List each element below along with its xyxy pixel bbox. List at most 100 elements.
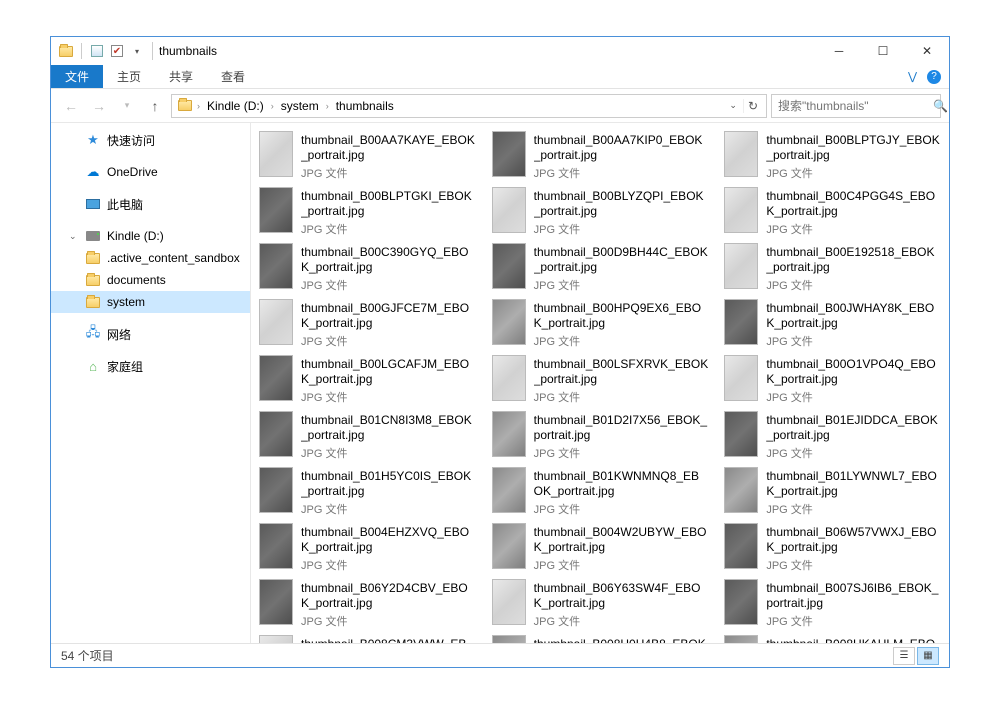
file-type: JPG 文件	[301, 389, 476, 405]
file-item[interactable]: thumbnail_B06Y63SW4F_EBOK_portrait.jpgJP…	[488, 577, 713, 631]
nav-this-pc[interactable]: 此电脑	[51, 193, 250, 215]
up-button[interactable]: ↑	[143, 94, 167, 118]
nav-folder-documents[interactable]: documents	[51, 269, 250, 291]
file-item[interactable]: thumbnail_B01KWNMNQ8_EBOK_portrait.jpgJP…	[488, 465, 713, 519]
tab-view[interactable]: 查看	[207, 65, 259, 88]
address-dropdown-icon[interactable]: ⌄	[725, 100, 741, 111]
recent-dropdown-icon[interactable]: ▾	[115, 94, 139, 118]
refresh-icon[interactable]: ↻	[743, 99, 762, 113]
file-item[interactable]: thumbnail_B01D2I7X56_EBOK_portrait.jpgJP…	[488, 409, 713, 463]
file-item[interactable]: thumbnail_B008CM3VWW_EBOK_portrait.jpgJP…	[255, 633, 480, 643]
file-item[interactable]: thumbnail_B00HPQ9EX6_EBOK_portrait.jpgJP…	[488, 297, 713, 351]
file-item[interactable]: thumbnail_B00GJFCE7M_EBOK_portrait.jpgJP…	[255, 297, 480, 351]
file-name: thumbnail_B007SJ6IB6_EBOK_portrait.jpg	[766, 581, 941, 611]
maximize-button[interactable]: ☐	[861, 37, 905, 65]
ribbon-expand-icon[interactable]: ⋁	[908, 70, 917, 83]
nav-homegroup[interactable]: ⌂家庭组	[51, 355, 250, 377]
nav-folder-system[interactable]: system	[51, 291, 250, 313]
file-name: thumbnail_B01KWNMNQ8_EBOK_portrait.jpg	[534, 469, 709, 499]
thumbnail-icon	[724, 523, 758, 569]
file-name: thumbnail_B00BLPTGKI_EBOK_portrait.jpg	[301, 189, 476, 219]
file-type: JPG 文件	[766, 221, 941, 237]
file-item[interactable]: thumbnail_B01CN8I3M8_EBOK_portrait.jpgJP…	[255, 409, 480, 463]
back-button[interactable]: ←	[59, 94, 83, 118]
qat-checkbox-icon[interactable]: ✔	[108, 42, 126, 60]
file-item[interactable]: thumbnail_B00C390GYQ_EBOK_portrait.jpgJP…	[255, 241, 480, 295]
file-item[interactable]: thumbnail_B00AA7KAYE_EBOK_portrait.jpgJP…	[255, 129, 480, 183]
file-type: JPG 文件	[534, 389, 709, 405]
address-bar: ← → ▾ ↑ › Kindle (D:) › system › thumbna…	[51, 89, 949, 123]
thumbnail-icon	[724, 187, 758, 233]
file-item[interactable]: thumbnail_B004EHZXVQ_EBOK_portrait.jpgJP…	[255, 521, 480, 575]
thumbnail-icon	[492, 411, 526, 457]
nav-kindle-drive[interactable]: ⌄Kindle (D:)	[51, 225, 250, 247]
breadcrumb[interactable]: › Kindle (D:) › system › thumbnails ⌄ ↻	[171, 94, 767, 118]
thumbnail-icon	[724, 635, 758, 643]
nav-quick-access[interactable]: ★快速访问	[51, 129, 250, 151]
file-item[interactable]: thumbnail_B00BLPTGJY_EBOK_portrait.jpgJP…	[720, 129, 945, 183]
breadcrumb-item[interactable]: system	[277, 99, 323, 113]
file-name: thumbnail_B008H0H4B8_EBOK_portrait.jpg	[534, 637, 709, 643]
file-type: JPG 文件	[301, 333, 476, 349]
file-item[interactable]: thumbnail_B004W2UBYW_EBOK_portrait.jpgJP…	[488, 521, 713, 575]
file-item[interactable]: thumbnail_B00LSFXRVK_EBOK_portrait.jpg JP…	[488, 353, 713, 407]
breadcrumb-item[interactable]: Kindle (D:)	[203, 99, 268, 113]
close-button[interactable]: ✕	[905, 37, 949, 65]
thumbnail-icon	[492, 131, 526, 177]
file-item[interactable]: thumbnail_B00AA7KIP0_EBOK_portrait.jpgJP…	[488, 129, 713, 183]
thumbnail-icon	[492, 299, 526, 345]
breadcrumb-item[interactable]: thumbnails	[332, 99, 398, 113]
tab-file[interactable]: 文件	[51, 65, 103, 88]
file-type: JPG 文件	[301, 501, 476, 517]
file-type: JPG 文件	[534, 333, 709, 349]
file-item[interactable]: thumbnail_B008HKAHLM_EBOK_portrait.jpgJP…	[720, 633, 945, 643]
search-input[interactable]: 🔍	[771, 94, 941, 118]
file-name: thumbnail_B00AA7KIP0_EBOK_portrait.jpg	[534, 133, 709, 163]
search-icon[interactable]: 🔍	[933, 99, 948, 113]
nav-folder-sandbox[interactable]: .active_content_sandbox	[51, 247, 250, 269]
file-name: thumbnail_B00BLYZQPI_EBOK_portrait.jpg	[534, 189, 709, 219]
file-name: thumbnail_B00LGCAFJM_EBOK_portrait.jpg	[301, 357, 476, 387]
view-tiles-button[interactable]: ▦	[917, 647, 939, 665]
navigation-pane: ★快速访问 ☁OneDrive 此电脑 ⌄Kindle (D:) .active…	[51, 123, 251, 643]
file-item[interactable]: thumbnail_B008H0H4B8_EBOK_portrait.jpgJP…	[488, 633, 713, 643]
forward-button[interactable]: →	[87, 94, 111, 118]
file-item[interactable]: thumbnail_B00LGCAFJM_EBOK_portrait.jpg JP…	[255, 353, 480, 407]
file-item[interactable]: thumbnail_B00JWHAY8K_EBOK_portrait.jpgJP…	[720, 297, 945, 351]
file-name: thumbnail_B00AA7KAYE_EBOK_portrait.jpg	[301, 133, 476, 163]
file-type: JPG 文件	[534, 277, 709, 293]
file-item[interactable]: thumbnail_B00O1VPO4Q_EBOK_portrait.jpgJP…	[720, 353, 945, 407]
nav-onedrive[interactable]: ☁OneDrive	[51, 161, 250, 183]
file-name: thumbnail_B00E192518_EBOK_portrait.jpg	[766, 245, 941, 275]
qat-dropdown-icon[interactable]: ▾	[128, 42, 146, 60]
thumbnail-icon	[492, 579, 526, 625]
file-item[interactable]: thumbnail_B00D9BH44C_EBOK_portrait.jpgJP…	[488, 241, 713, 295]
file-item[interactable]: thumbnail_B01LYWNWL7_EBOK_portrait.jpgJP…	[720, 465, 945, 519]
tab-share[interactable]: 共享	[155, 65, 207, 88]
thumbnail-icon	[492, 635, 526, 643]
file-name: thumbnail_B00LSFXRVK_EBOK_portrait.jpg	[534, 357, 709, 387]
thumbnail-icon	[724, 467, 758, 513]
thumbnail-icon	[724, 243, 758, 289]
file-name: thumbnail_B06W57VWXJ_EBOK_portrait.jpg	[766, 525, 941, 555]
file-item[interactable]: thumbnail_B00E192518_EBOK_portrait.jpgJP…	[720, 241, 945, 295]
tab-home[interactable]: 主页	[103, 65, 155, 88]
file-item[interactable]: thumbnail_B01H5YC0IS_EBOK_portrait.jpgJP…	[255, 465, 480, 519]
file-item[interactable]: thumbnail_B01EJIDDCA_EBOK_portrait.jpgJP…	[720, 409, 945, 463]
thumbnail-icon	[259, 243, 293, 289]
file-item[interactable]: thumbnail_B06W57VWXJ_EBOK_portrait.jpgJP…	[720, 521, 945, 575]
file-item[interactable]: thumbnail_B00BLPTGKI_EBOK_portrait.jpgJP…	[255, 185, 480, 239]
help-icon[interactable]: ?	[927, 70, 941, 84]
file-type: JPG 文件	[766, 613, 941, 629]
view-details-button[interactable]: ☰	[893, 647, 915, 665]
file-item[interactable]: thumbnail_B007SJ6IB6_EBOK_portrait.jpg JP…	[720, 577, 945, 631]
minimize-button[interactable]: ─	[817, 37, 861, 65]
nav-network[interactable]: 🖧网络	[51, 323, 250, 345]
thumbnail-icon	[724, 355, 758, 401]
file-name: thumbnail_B01CN8I3M8_EBOK_portrait.jpg	[301, 413, 476, 443]
file-item[interactable]: thumbnail_B00BLYZQPI_EBOK_portrait.jpgJP…	[488, 185, 713, 239]
qat-properties-icon[interactable]	[88, 42, 106, 60]
ribbon-tabs: 文件 主页 共享 查看 ⋁ ?	[51, 65, 949, 89]
file-item[interactable]: thumbnail_B06Y2D4CBV_EBOK_portrait.jpgJP…	[255, 577, 480, 631]
file-item[interactable]: thumbnail_B00C4PGG4S_EBOK_portrait.jpgJP…	[720, 185, 945, 239]
